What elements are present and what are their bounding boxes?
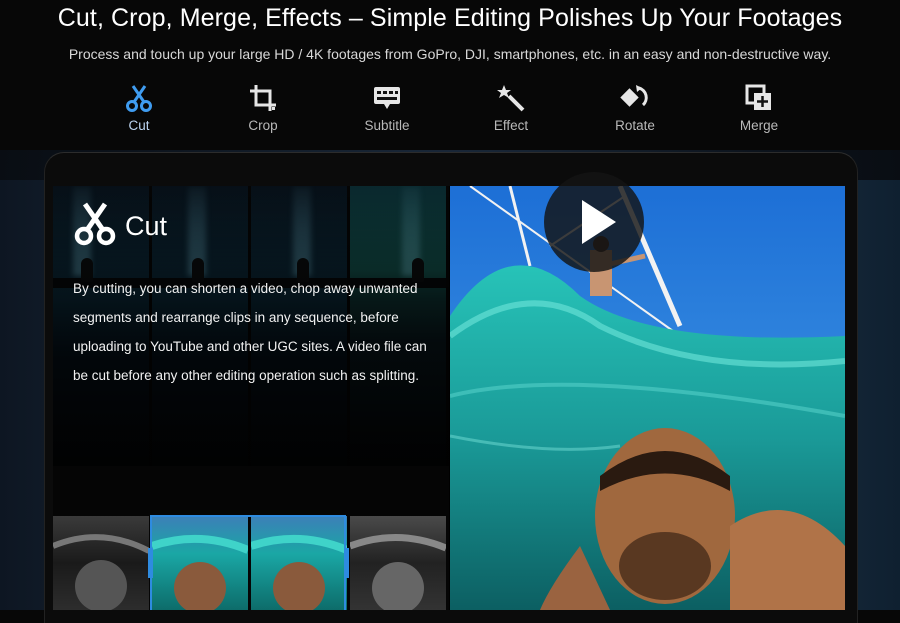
feature-description: By cutting, you can shorten a video, cho… <box>73 281 427 383</box>
feature-title: Cut <box>125 211 168 241</box>
feature-tabs: Cut Crop Subtitle Effect Rotate Merge <box>77 82 821 142</box>
page-subtitle: Process and touch up your large HD / 4K … <box>68 46 832 62</box>
magic-wand-icon <box>449 82 573 114</box>
tab-label: Subtitle <box>364 118 410 133</box>
play-icon <box>544 200 644 276</box>
preview-frame <box>450 186 845 610</box>
scissors-icon <box>73 202 117 251</box>
page-title: Cut, Crop, Merge, Effects – Simple Editi… <box>57 4 843 32</box>
tab-rotate[interactable]: Rotate <box>573 82 697 142</box>
tab-effect[interactable]: Effect <box>449 82 573 142</box>
rotate-icon <box>573 82 697 114</box>
video-preview[interactable] <box>450 186 845 610</box>
clip-thumbnail[interactable] <box>350 516 446 610</box>
tab-label: Merge <box>739 118 779 133</box>
trim-handle-left[interactable] <box>148 548 153 578</box>
preview-screen: Cut By cutting, you can shorten a video,… <box>53 186 845 610</box>
scissors-icon <box>77 82 201 114</box>
crop-icon <box>201 82 325 114</box>
tab-label: Cut <box>128 118 150 133</box>
cut-panel: Cut By cutting, you can shorten a video,… <box>53 186 449 610</box>
tab-label: Crop <box>248 118 278 133</box>
tab-label: Rotate <box>615 118 655 133</box>
clip-thumbnail[interactable] <box>53 516 149 610</box>
background-edge-left <box>0 180 50 610</box>
tab-subtitle[interactable]: Subtitle <box>325 82 449 142</box>
tab-cut[interactable]: Cut <box>77 82 201 142</box>
tab-merge[interactable]: Merge <box>697 82 821 142</box>
tab-crop[interactable]: Crop <box>201 82 325 142</box>
merge-icon <box>697 82 821 114</box>
tab-label: Effect <box>493 118 529 133</box>
feature-header: Cut <box>73 202 167 251</box>
play-button[interactable] <box>544 172 644 272</box>
selection-range[interactable] <box>150 515 346 610</box>
subtitle-icon <box>325 82 449 114</box>
trim-handle-right[interactable] <box>344 548 349 578</box>
